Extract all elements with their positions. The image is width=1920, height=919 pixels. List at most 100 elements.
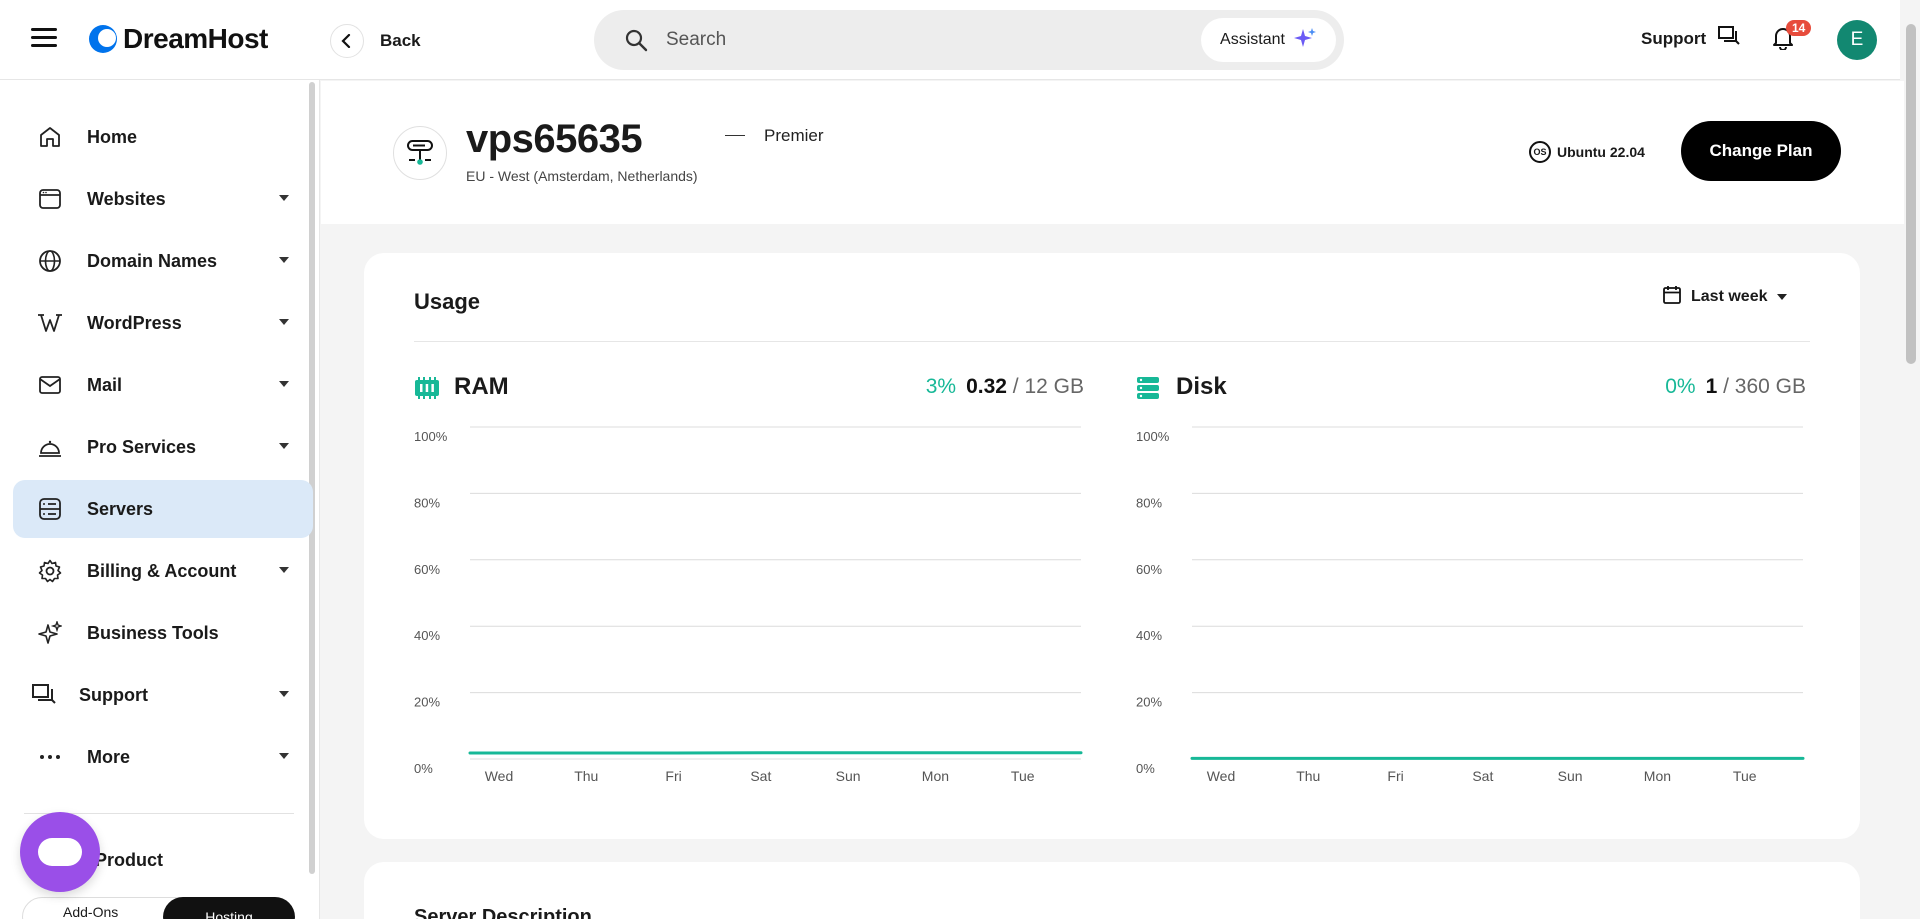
assistant-button[interactable]: Assistant [1201, 18, 1336, 62]
avatar[interactable]: E [1837, 20, 1877, 60]
home-icon [37, 124, 63, 150]
sidebar-item-billing-account[interactable]: Billing & Account [13, 542, 313, 600]
sidebar-item-home[interactable]: Home [13, 108, 313, 166]
caret-down-icon [279, 691, 289, 697]
caret-down-icon [279, 195, 289, 201]
disk-total: / 360 GB [1723, 375, 1806, 398]
sidebar-item-wordpress[interactable]: WordPress [13, 294, 313, 352]
live-chat-button[interactable] [20, 812, 100, 892]
sidebar-item-label: Pro Services [87, 436, 197, 457]
chat-icon [1718, 26, 1740, 51]
plan-separator [725, 135, 745, 136]
browser-window-icon [37, 186, 63, 212]
caret-down-icon [279, 381, 289, 387]
toggle-hosting[interactable]: Hosting [163, 897, 295, 919]
server-location: EU - West (Amsterdam, Netherlands) [466, 168, 698, 184]
product-heading: Product [95, 850, 164, 870]
top-bar: DreamHost Back Assistant Support 14 E [0, 0, 1900, 80]
bell-icon [1772, 28, 1794, 54]
server-description-title: Server Description [414, 906, 592, 919]
disk-y-tick-label: 100% [1136, 429, 1170, 444]
server-name: vps65635 [466, 117, 643, 161]
dreamhost-logo[interactable]: DreamHost [89, 22, 268, 56]
server-description-card: Server Description [364, 862, 1860, 919]
chat-icon [31, 682, 57, 708]
disk-chart: Disk 0% 1 / 360 GB 100% 80% 60% 40% 20% 0% Wed T… [1136, 373, 1816, 803]
sidebar-item-business-tools[interactable]: Business Tools [13, 604, 313, 662]
disk-x-tick-label: Fri [1387, 768, 1403, 784]
usage-divider [414, 341, 1810, 342]
toggle-add-ons[interactable]: Add-Ons [63, 904, 118, 919]
disk-x-tick-label: Thu [1296, 768, 1320, 784]
disk-y-tick-label: 0% [1136, 761, 1155, 776]
sidebar-item-more[interactable]: More [13, 728, 313, 786]
ram-stats: 3% 0.32 / 12 GB [926, 375, 1084, 399]
dreamhost-moon-icon [89, 25, 117, 53]
disk-x-tick-label: Mon [1644, 768, 1671, 784]
service-bell-icon [37, 434, 63, 460]
disk-x-tick-label: Wed [1207, 768, 1236, 784]
search-input[interactable] [666, 20, 1066, 60]
logo-text: DreamHost [123, 23, 268, 54]
sidebar-item-label: Billing & Account [87, 560, 237, 581]
period-label: Last week [1691, 288, 1768, 305]
sidebar-item-mail[interactable]: Mail [13, 356, 313, 414]
notifications-button[interactable]: 14 [1772, 20, 1812, 55]
sidebar-item-label: Servers [87, 498, 154, 519]
vps-server-icon [393, 126, 447, 180]
sidebar: Home Websites Domain Names WordPress Mai… [0, 80, 320, 919]
chat-bubble-icon [38, 838, 82, 866]
ram-x-tick-label: Thu [574, 768, 598, 784]
ram-total: / 12 GB [1012, 375, 1084, 398]
ram-chart: RAM 3% 0.32 / 12 GB 100% 80% 60% 40% 20% 0% Wed… [414, 373, 1094, 803]
disk-y-tick-label: 40% [1136, 628, 1162, 643]
sidebar-item-websites[interactable]: Websites [13, 170, 313, 228]
ram-x-tick-label: Wed [485, 768, 514, 784]
disk-plot: 100% 80% 60% 40% 20% 0% Wed Thu Fri Sat Sun Mon Tue [1136, 426, 1805, 784]
ram-title: RAM [454, 373, 509, 400]
caret-down-icon [279, 567, 289, 573]
sidebar-item-label: Support [79, 684, 148, 705]
sidebar-item-label: WordPress [87, 312, 182, 333]
disk-x-tick-label: Sat [1472, 768, 1493, 784]
ram-y-tick-label: 100% [414, 429, 448, 444]
sidebar-item-domain-names[interactable]: Domain Names [13, 232, 313, 290]
wordpress-icon [37, 310, 63, 336]
disk-x-tick-label: Tue [1733, 768, 1757, 784]
disk-y-tick-label: 20% [1136, 695, 1162, 710]
period-dropdown[interactable]: Last week [1663, 285, 1788, 309]
more-dots-icon [37, 744, 63, 770]
sidebar-item-label: Home [87, 126, 138, 147]
page-scrollbar-thumb[interactable] [1906, 24, 1916, 364]
ram-x-tick-label: Sat [750, 768, 771, 784]
caret-down-icon [279, 319, 289, 325]
ram-x-tick-label: Sun [836, 768, 861, 784]
sidebar-item-label: Mail [87, 374, 123, 395]
change-plan-button[interactable]: Change Plan [1681, 121, 1841, 181]
sidebar-item-pro-services[interactable]: Pro Services [13, 418, 313, 476]
gear-icon [37, 558, 63, 584]
ram-header: RAM 3% 0.32 / 12 GB [414, 373, 1094, 405]
search-icon [624, 28, 648, 57]
disk-header: Disk 0% 1 / 360 GB [1136, 373, 1816, 405]
ram-chip-icon [414, 377, 440, 404]
disk-title: Disk [1176, 373, 1227, 400]
ram-percent: 3% [925, 375, 957, 398]
caret-down-icon [279, 753, 289, 759]
chevron-left-icon [330, 24, 364, 58]
ram-y-tick-label: 20% [414, 695, 440, 710]
search-bar: Assistant [594, 10, 1344, 70]
support-label: Support [1641, 28, 1707, 48]
os-icon: OS [1529, 141, 1551, 163]
caret-down-icon [1777, 294, 1788, 300]
sidebar-item-label: More [87, 746, 131, 767]
disk-x-tick-label: Sun [1558, 768, 1583, 784]
sidebar-item-support[interactable]: Support [13, 666, 313, 724]
back-button[interactable]: Back [330, 24, 421, 58]
hamburger-menu-icon[interactable] [31, 28, 57, 50]
os-badge: OS Ubuntu 22.04 [1529, 141, 1645, 163]
sidebar-item-servers[interactable]: Servers [13, 480, 313, 538]
disk-used: 1 [1705, 375, 1718, 398]
support-button[interactable]: Support [1641, 26, 1740, 51]
sparkle-icon [37, 620, 63, 646]
